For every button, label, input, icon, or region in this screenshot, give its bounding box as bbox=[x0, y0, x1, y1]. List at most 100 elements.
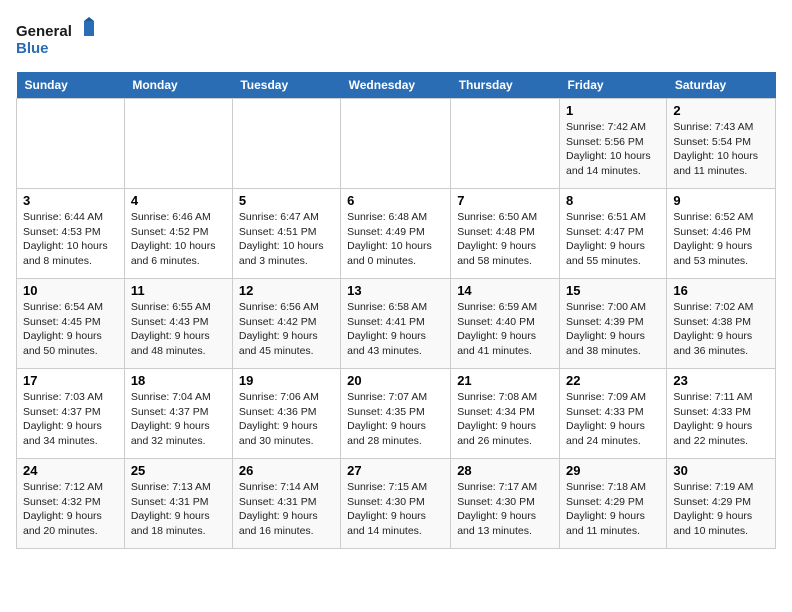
day-number: 9 bbox=[673, 193, 769, 208]
day-info: Sunrise: 6:48 AM Sunset: 4:49 PM Dayligh… bbox=[347, 210, 444, 269]
calendar-week-row: 24 Sunrise: 7:12 AM Sunset: 4:32 PM Dayli… bbox=[17, 459, 776, 549]
day-info: Sunrise: 6:59 AM Sunset: 4:40 PM Dayligh… bbox=[457, 300, 553, 359]
day-number: 20 bbox=[347, 373, 444, 388]
day-number: 26 bbox=[239, 463, 334, 478]
calendar-cell: 27 Sunrise: 7:15 AM Sunset: 4:30 PM Dayli… bbox=[341, 459, 451, 549]
day-number: 18 bbox=[131, 373, 226, 388]
day-number: 6 bbox=[347, 193, 444, 208]
day-info: Sunrise: 7:02 AM Sunset: 4:38 PM Dayligh… bbox=[673, 300, 769, 359]
column-header-thursday: Thursday bbox=[451, 72, 560, 99]
logo-svg: General Blue bbox=[16, 16, 96, 60]
calendar-week-row: 17Sunrise: 7:03 AM Sunset: 4:37 PM Dayli… bbox=[17, 369, 776, 459]
calendar-cell: 26 Sunrise: 7:14 AM Sunset: 4:31 PM Dayli… bbox=[232, 459, 340, 549]
day-number: 5 bbox=[239, 193, 334, 208]
day-info: Sunrise: 7:11 AM Sunset: 4:33 PM Dayligh… bbox=[673, 390, 769, 449]
calendar-header-row: SundayMondayTuesdayWednesdayThursdayFrid… bbox=[17, 72, 776, 99]
calendar-cell: 11 Sunrise: 6:55 AM Sunset: 4:43 PM Dayli… bbox=[124, 279, 232, 369]
day-info: Sunrise: 7:14 AM Sunset: 4:31 PM Dayligh… bbox=[239, 480, 334, 539]
day-info: Sunrise: 7:07 AM Sunset: 4:35 PM Dayligh… bbox=[347, 390, 444, 449]
calendar-cell: 18 Sunrise: 7:04 AM Sunset: 4:37 PM Dayli… bbox=[124, 369, 232, 459]
calendar-cell: 19 Sunrise: 7:06 AM Sunset: 4:36 PM Dayli… bbox=[232, 369, 340, 459]
column-header-friday: Friday bbox=[560, 72, 667, 99]
day-info: Sunrise: 7:04 AM Sunset: 4:37 PM Dayligh… bbox=[131, 390, 226, 449]
column-header-tuesday: Tuesday bbox=[232, 72, 340, 99]
day-number: 11 bbox=[131, 283, 226, 298]
day-number: 29 bbox=[566, 463, 660, 478]
calendar-cell: 22Sunrise: 7:09 AM Sunset: 4:33 PM Dayli… bbox=[560, 369, 667, 459]
day-info: Sunrise: 7:06 AM Sunset: 4:36 PM Dayligh… bbox=[239, 390, 334, 449]
day-info: Sunrise: 6:46 AM Sunset: 4:52 PM Dayligh… bbox=[131, 210, 226, 269]
day-number: 16 bbox=[673, 283, 769, 298]
day-info: Sunrise: 6:54 AM Sunset: 4:45 PM Dayligh… bbox=[23, 300, 118, 359]
calendar-cell: 2Sunrise: 7:43 AM Sunset: 5:54 PM Daylig… bbox=[667, 99, 776, 189]
svg-text:General: General bbox=[16, 23, 72, 40]
day-info: Sunrise: 7:12 AM Sunset: 4:32 PM Dayligh… bbox=[23, 480, 118, 539]
day-number: 1 bbox=[566, 103, 660, 118]
calendar-cell: 16 Sunrise: 7:02 AM Sunset: 4:38 PM Dayli… bbox=[667, 279, 776, 369]
calendar-cell bbox=[17, 99, 125, 189]
day-info: Sunrise: 7:43 AM Sunset: 5:54 PM Dayligh… bbox=[673, 120, 769, 179]
column-header-sunday: Sunday bbox=[17, 72, 125, 99]
column-header-monday: Monday bbox=[124, 72, 232, 99]
calendar-cell bbox=[451, 99, 560, 189]
day-number: 10 bbox=[23, 283, 118, 298]
day-info: Sunrise: 6:52 AM Sunset: 4:46 PM Dayligh… bbox=[673, 210, 769, 269]
page-header: General Blue bbox=[16, 16, 776, 60]
day-info: Sunrise: 7:19 AM Sunset: 4:29 PM Dayligh… bbox=[673, 480, 769, 539]
day-info: Sunrise: 6:47 AM Sunset: 4:51 PM Dayligh… bbox=[239, 210, 334, 269]
logo: General Blue bbox=[16, 16, 96, 60]
calendar-cell: 30 Sunrise: 7:19 AM Sunset: 4:29 PM Dayli… bbox=[667, 459, 776, 549]
calendar-cell: 3 Sunrise: 6:44 AM Sunset: 4:53 PM Daylig… bbox=[17, 189, 125, 279]
calendar-cell: 20 Sunrise: 7:07 AM Sunset: 4:35 PM Dayli… bbox=[341, 369, 451, 459]
svg-text:Blue: Blue bbox=[16, 40, 49, 57]
day-info: Sunrise: 7:42 AM Sunset: 5:56 PM Dayligh… bbox=[566, 120, 660, 179]
calendar-cell: 10 Sunrise: 6:54 AM Sunset: 4:45 PM Dayli… bbox=[17, 279, 125, 369]
day-number: 15 bbox=[566, 283, 660, 298]
calendar-table: SundayMondayTuesdayWednesdayThursdayFrid… bbox=[16, 72, 776, 549]
day-number: 17 bbox=[23, 373, 118, 388]
calendar-cell: 9 Sunrise: 6:52 AM Sunset: 4:46 PM Daylig… bbox=[667, 189, 776, 279]
calendar-cell: 23Sunrise: 7:11 AM Sunset: 4:33 PM Dayli… bbox=[667, 369, 776, 459]
day-info: Sunrise: 6:55 AM Sunset: 4:43 PM Dayligh… bbox=[131, 300, 226, 359]
day-info: Sunrise: 6:58 AM Sunset: 4:41 PM Dayligh… bbox=[347, 300, 444, 359]
day-number: 24 bbox=[23, 463, 118, 478]
day-number: 19 bbox=[239, 373, 334, 388]
calendar-cell: 1 Sunrise: 7:42 AM Sunset: 5:56 PM Daylig… bbox=[560, 99, 667, 189]
day-number: 27 bbox=[347, 463, 444, 478]
day-number: 3 bbox=[23, 193, 118, 208]
calendar-cell: 5 Sunrise: 6:47 AM Sunset: 4:51 PM Daylig… bbox=[232, 189, 340, 279]
day-number: 4 bbox=[131, 193, 226, 208]
calendar-cell: 24 Sunrise: 7:12 AM Sunset: 4:32 PM Dayli… bbox=[17, 459, 125, 549]
day-info: Sunrise: 7:17 AM Sunset: 4:30 PM Dayligh… bbox=[457, 480, 553, 539]
day-number: 14 bbox=[457, 283, 553, 298]
day-number: 30 bbox=[673, 463, 769, 478]
calendar-cell bbox=[341, 99, 451, 189]
calendar-cell: 29Sunrise: 7:18 AM Sunset: 4:29 PM Dayli… bbox=[560, 459, 667, 549]
day-info: Sunrise: 6:50 AM Sunset: 4:48 PM Dayligh… bbox=[457, 210, 553, 269]
calendar-cell: 21 Sunrise: 7:08 AM Sunset: 4:34 PM Dayli… bbox=[451, 369, 560, 459]
day-number: 21 bbox=[457, 373, 553, 388]
calendar-cell: 4 Sunrise: 6:46 AM Sunset: 4:52 PM Daylig… bbox=[124, 189, 232, 279]
day-info: Sunrise: 6:51 AM Sunset: 4:47 PM Dayligh… bbox=[566, 210, 660, 269]
day-number: 13 bbox=[347, 283, 444, 298]
calendar-cell: 28 Sunrise: 7:17 AM Sunset: 4:30 PM Dayli… bbox=[451, 459, 560, 549]
calendar-cell: 17Sunrise: 7:03 AM Sunset: 4:37 PM Dayli… bbox=[17, 369, 125, 459]
calendar-cell: 12Sunrise: 6:56 AM Sunset: 4:42 PM Dayli… bbox=[232, 279, 340, 369]
column-header-saturday: Saturday bbox=[667, 72, 776, 99]
column-header-wednesday: Wednesday bbox=[341, 72, 451, 99]
day-info: Sunrise: 7:09 AM Sunset: 4:33 PM Dayligh… bbox=[566, 390, 660, 449]
day-info: Sunrise: 6:44 AM Sunset: 4:53 PM Dayligh… bbox=[23, 210, 118, 269]
calendar-week-row: 10 Sunrise: 6:54 AM Sunset: 4:45 PM Dayli… bbox=[17, 279, 776, 369]
day-info: Sunrise: 7:00 AM Sunset: 4:39 PM Dayligh… bbox=[566, 300, 660, 359]
day-number: 28 bbox=[457, 463, 553, 478]
calendar-cell bbox=[124, 99, 232, 189]
day-info: Sunrise: 7:13 AM Sunset: 4:31 PM Dayligh… bbox=[131, 480, 226, 539]
day-number: 8 bbox=[566, 193, 660, 208]
day-number: 12 bbox=[239, 283, 334, 298]
calendar-week-row: 3 Sunrise: 6:44 AM Sunset: 4:53 PM Daylig… bbox=[17, 189, 776, 279]
day-number: 7 bbox=[457, 193, 553, 208]
day-info: Sunrise: 7:08 AM Sunset: 4:34 PM Dayligh… bbox=[457, 390, 553, 449]
day-info: Sunrise: 7:15 AM Sunset: 4:30 PM Dayligh… bbox=[347, 480, 444, 539]
calendar-cell: 13 Sunrise: 6:58 AM Sunset: 4:41 PM Dayli… bbox=[341, 279, 451, 369]
calendar-week-row: 1 Sunrise: 7:42 AM Sunset: 5:56 PM Daylig… bbox=[17, 99, 776, 189]
